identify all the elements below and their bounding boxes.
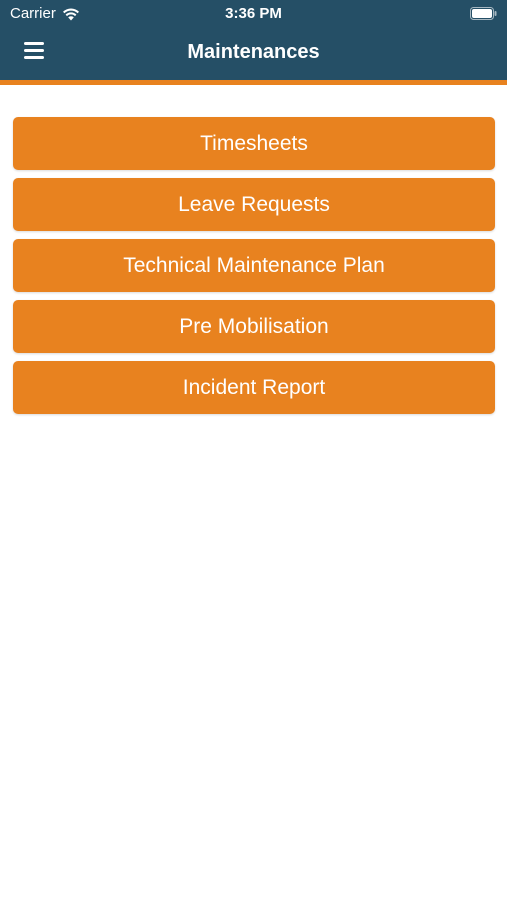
status-time: 3:36 PM [225,5,282,22]
app-header: Carrier 3:36 PM Maintenances [0,0,507,80]
maintenance-menu-list: Timesheets Leave Requests Technical Main… [13,117,495,422]
technical-maintenance-plan-button[interactable]: Technical Maintenance Plan [13,239,495,292]
header-accent-stripe [0,80,507,85]
status-bar: Carrier 3:36 PM [0,0,507,28]
page-title: Maintenances [187,41,320,63]
leave-requests-button[interactable]: Leave Requests [13,178,495,231]
incident-report-button[interactable]: Incident Report [13,361,495,414]
timesheets-button[interactable]: Timesheets [13,117,495,170]
battery-icon [470,7,497,20]
navigation-bar: Maintenances [0,28,507,80]
pre-mobilisation-button[interactable]: Pre Mobilisation [13,300,495,353]
